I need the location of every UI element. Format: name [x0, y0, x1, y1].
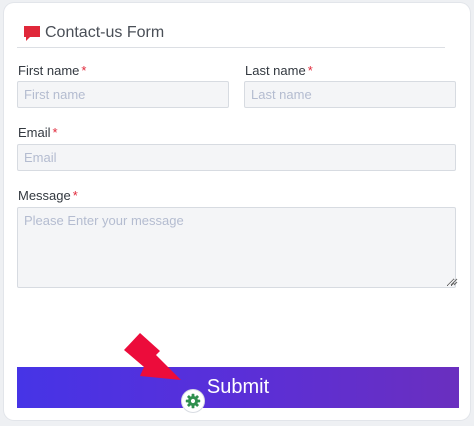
message-textarea[interactable] — [17, 207, 456, 288]
required-mark: * — [81, 63, 87, 78]
submit-button[interactable]: Submit — [17, 367, 459, 408]
last-name-label: Last name * — [245, 63, 313, 78]
first-name-label-text: First name — [18, 63, 80, 78]
message-label: Message * — [18, 188, 78, 203]
first-name-input[interactable] — [17, 81, 229, 108]
form-header: Contact-us Form — [17, 19, 445, 48]
required-mark: * — [52, 125, 58, 140]
last-name-input[interactable] — [244, 81, 456, 108]
gear-icon — [185, 393, 201, 409]
email-label: Email * — [18, 125, 58, 140]
submit-button-label: Submit — [206, 376, 270, 398]
contact-form-card: Contact-us Form First name* Last name* E… — [4, 3, 470, 420]
email-input[interactable] — [17, 144, 456, 171]
email-label-text: Email — [18, 125, 51, 140]
message-label-text: Message — [18, 188, 71, 203]
gear-badge[interactable] — [182, 390, 204, 412]
first-name-label: First name * — [18, 63, 86, 78]
required-mark: * — [72, 188, 78, 203]
last-name-label-text: Last name — [245, 63, 306, 78]
form-title: Contact-us Form — [45, 24, 165, 41]
required-mark: * — [307, 63, 313, 78]
chat-bubble-icon — [24, 26, 40, 41]
